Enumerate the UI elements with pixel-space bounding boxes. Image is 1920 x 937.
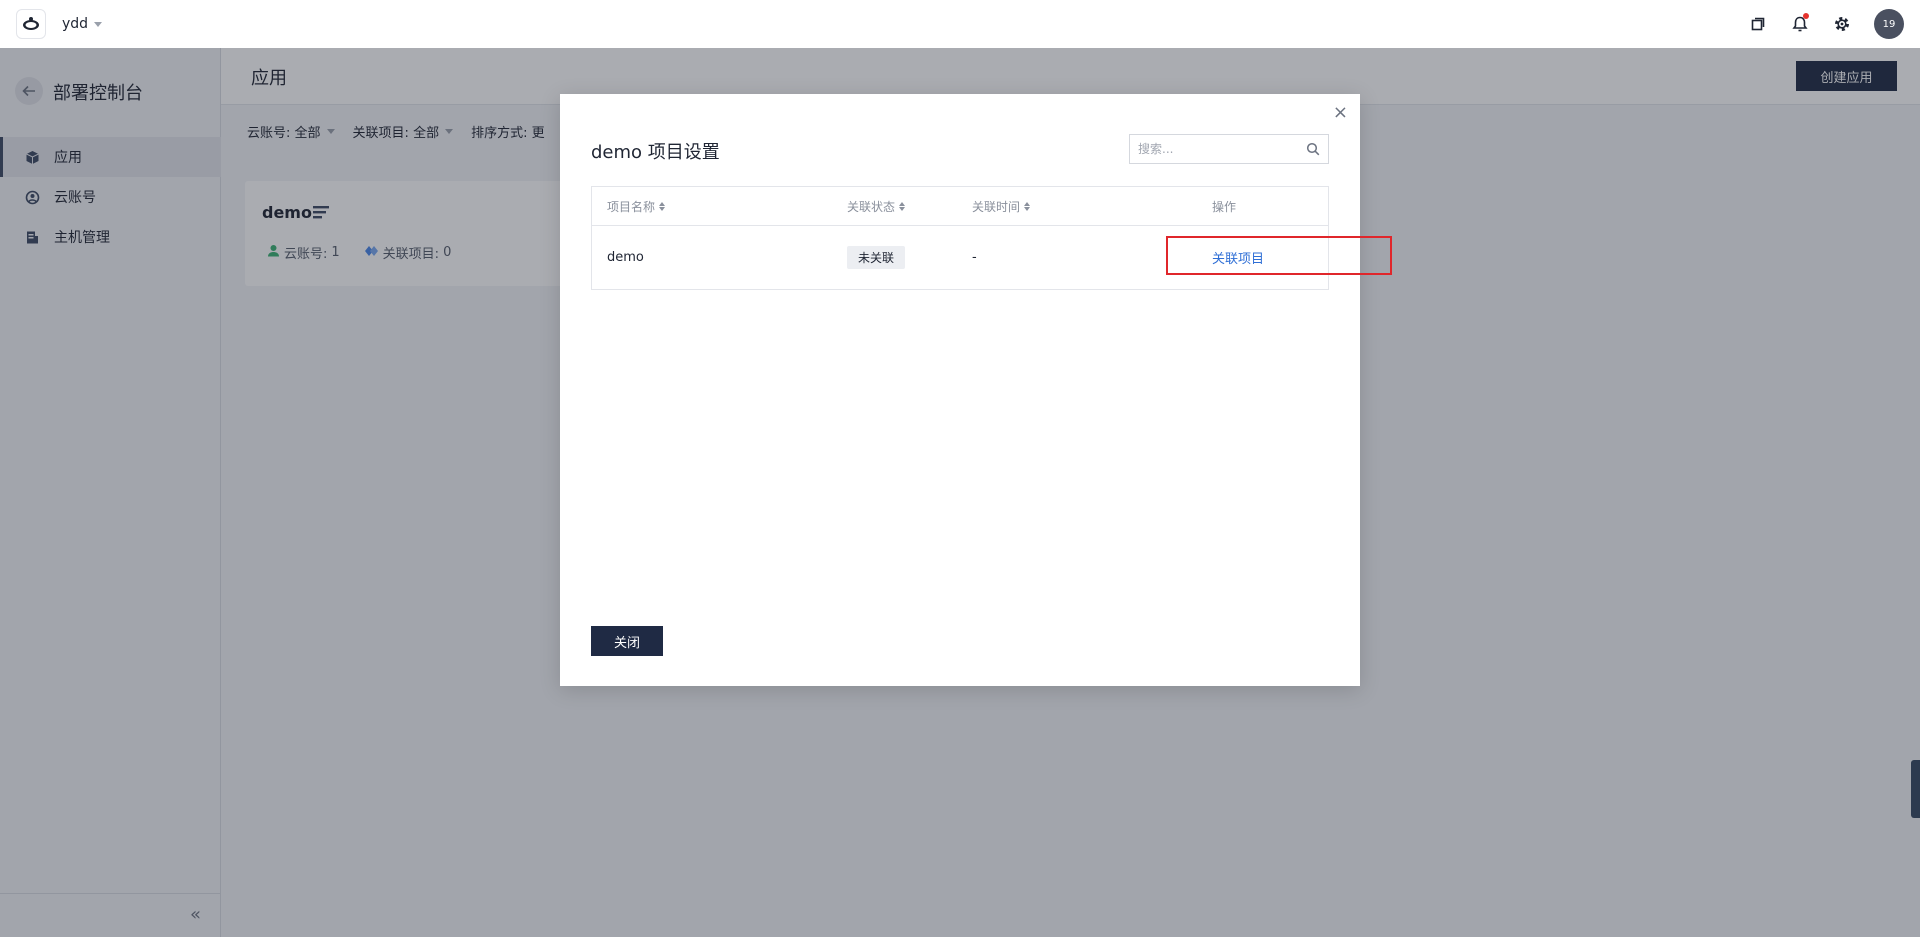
copy-window-icon[interactable]: [1748, 14, 1768, 34]
column-label: 关联状态: [847, 199, 896, 214]
column-label: 操作: [1212, 199, 1237, 214]
sort-icon[interactable]: [899, 201, 906, 211]
column-header-link-status[interactable]: 关联状态: [847, 187, 906, 225]
modal-title: demo 项目设置: [591, 142, 720, 163]
highlight-box: [1166, 236, 1392, 275]
status-badge: 未关联: [847, 246, 906, 269]
column-label: 项目名称: [607, 199, 656, 214]
notification-dot: [1803, 13, 1809, 19]
cell-link-status: 未关联: [847, 226, 906, 289]
column-header-project-name[interactable]: 项目名称: [607, 187, 666, 225]
column-label: 关联时间: [972, 199, 1021, 214]
chevron-down-icon: [94, 21, 103, 27]
column-header-link-time[interactable]: 关联时间: [972, 187, 1031, 225]
top-bar: ydd 19: [0, 0, 1920, 48]
table-header: 项目名称 关联状态 关联时间 操作: [592, 187, 1328, 226]
avatar[interactable]: 19: [1874, 9, 1904, 39]
cell-project-name: demo: [607, 250, 644, 265]
sort-icon[interactable]: [1024, 201, 1031, 211]
workspace-switcher[interactable]: ydd: [62, 16, 103, 32]
search-input[interactable]: [1138, 142, 1298, 156]
close-button[interactable]: 关闭: [591, 626, 663, 656]
cell-link-time: -: [972, 250, 977, 265]
side-panel-handle[interactable]: [1911, 760, 1920, 818]
gear-icon[interactable]: [1832, 14, 1852, 34]
workspace-name: ydd: [62, 16, 89, 32]
sort-icon[interactable]: [659, 201, 666, 211]
project-settings-modal: × demo 项目设置 项目名称 关联状态 关联时间 操作: [560, 94, 1360, 686]
close-icon[interactable]: ×: [1333, 104, 1348, 122]
logo-icon[interactable]: [16, 9, 46, 39]
search-icon[interactable]: [1306, 142, 1320, 160]
search-box: [1129, 134, 1329, 164]
bell-icon[interactable]: [1790, 13, 1810, 34]
column-header-actions: 操作: [1212, 187, 1236, 225]
